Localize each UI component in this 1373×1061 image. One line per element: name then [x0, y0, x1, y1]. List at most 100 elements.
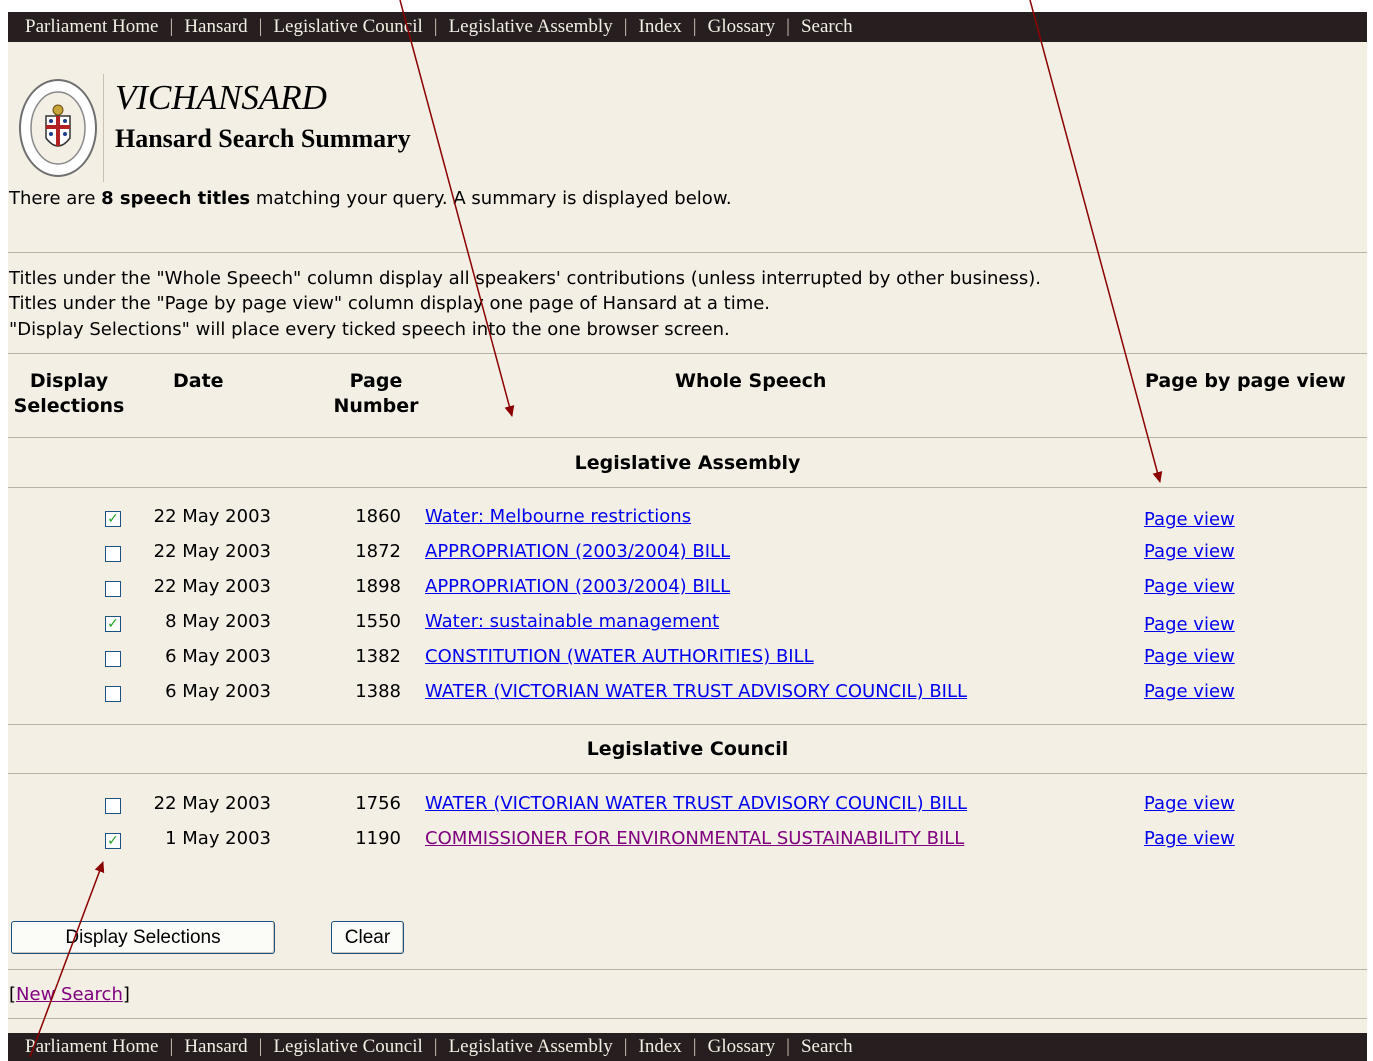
summary-count: 8 speech titles [101, 188, 251, 209]
display-selections-button[interactable]: Display Selections [11, 921, 275, 954]
row-page-number: 1872 [355, 541, 401, 562]
row-date: 6 May 2003 [165, 646, 271, 667]
nav-legislative-council[interactable]: Legislative Council [273, 16, 422, 37]
nav-separator: | [433, 16, 438, 37]
row-select-checkbox[interactable] [105, 686, 121, 702]
row-select-checkbox[interactable]: ✓ [105, 511, 121, 527]
nav-separator: | [169, 1036, 174, 1057]
row-page-number: 1756 [355, 793, 401, 814]
col-header-whole-speech: Whole Speech [675, 370, 827, 392]
col-header-page-by-page: Page by page view [1145, 370, 1346, 392]
nav-separator: | [258, 16, 263, 37]
row-select-checkbox[interactable] [105, 798, 121, 814]
row-date: 22 May 2003 [153, 576, 271, 597]
whole-speech-link[interactable]: Water: sustainable management [425, 611, 719, 632]
row-date: 22 May 2003 [153, 793, 271, 814]
nav-legislative-council[interactable]: Legislative Council [273, 1036, 422, 1057]
row-page-number: 1388 [355, 681, 401, 702]
col-header-page-number: Page Number [329, 369, 423, 419]
top-navbar: Parliament Home | Hansard | Legislative Coun… [8, 12, 1367, 42]
checkmark-icon: ✓ [107, 616, 119, 632]
whole-speech-link[interactable]: APPROPRIATION (2003/2004) BILL [425, 576, 730, 597]
new-search-wrapper: [New Search] [9, 984, 130, 1005]
row-select-checkbox[interactable] [105, 581, 121, 597]
whole-speech-link[interactable]: Water: Melbourne restrictions [425, 506, 691, 527]
logo-divider [103, 74, 104, 182]
page-view-link[interactable]: Page view [1144, 541, 1235, 562]
divider [8, 1018, 1367, 1019]
row-select-checkbox[interactable]: ✓ [105, 616, 121, 632]
page-subtitle: Hansard Search Summary [115, 124, 411, 153]
row-select-checkbox[interactable] [105, 546, 121, 562]
nav-hansard[interactable]: Hansard [184, 16, 247, 37]
nav-glossary[interactable]: Glossary [708, 1036, 776, 1057]
whole-speech-link[interactable]: WATER (VICTORIAN WATER TRUST ADVISORY CO… [425, 793, 967, 814]
nav-legislative-assembly[interactable]: Legislative Assembly [449, 1036, 613, 1057]
row-date: 22 May 2003 [153, 541, 271, 562]
bracket-open: [ [9, 984, 17, 1005]
info-line-whole-speech: Titles under the "Whole Speech" column d… [9, 268, 1041, 289]
col-header-page-line1: Page [349, 370, 403, 392]
section-heading-legislative-council: Legislative Council [586, 738, 789, 760]
page-title: VICHANSARD [115, 78, 327, 117]
nav-separator: | [692, 1036, 697, 1057]
whole-speech-link[interactable]: COMMISSIONER FOR ENVIRONMENTAL SUSTAINAB… [425, 828, 964, 849]
divider [8, 353, 1367, 354]
page-view-link[interactable]: Page view [1144, 614, 1235, 635]
page-background [8, 12, 1367, 1057]
nav-separator: | [786, 1036, 790, 1057]
new-search-link[interactable]: New Search [16, 984, 123, 1005]
divider [8, 724, 1367, 725]
row-date: 8 May 2003 [165, 611, 271, 632]
row-date: 22 May 2003 [153, 506, 271, 527]
divider [8, 773, 1367, 774]
row-page-number: 1382 [355, 646, 401, 667]
col-header-display-line2: Selections [13, 395, 125, 417]
nav-search[interactable]: Search [801, 1036, 853, 1057]
whole-speech-link[interactable]: APPROPRIATION (2003/2004) BILL [425, 541, 730, 562]
whole-speech-link[interactable]: CONSTITUTION (WATER AUTHORITIES) BILL [425, 646, 814, 667]
row-select-checkbox[interactable]: ✓ [105, 833, 121, 849]
page-view-link[interactable]: Page view [1144, 646, 1235, 667]
nav-separator: | [433, 1036, 438, 1057]
section-heading-legislative-assembly: Legislative Assembly [574, 452, 801, 474]
nav-index[interactable]: Index [639, 1036, 682, 1057]
nav-parliament-home[interactable]: Parliament Home [25, 1036, 159, 1057]
summary-prefix: There are [9, 188, 102, 209]
page-view-link[interactable]: Page view [1144, 828, 1235, 849]
nav-separator: | [692, 16, 697, 37]
col-header-display-line1: Display [29, 370, 109, 392]
row-select-checkbox[interactable] [105, 651, 121, 667]
info-line-page-view: Titles under the "Page by page view" col… [9, 293, 771, 314]
divider [8, 969, 1367, 970]
nav-legislative-assembly[interactable]: Legislative Assembly [449, 16, 613, 37]
divider [8, 252, 1367, 253]
page-view-link[interactable]: Page view [1144, 681, 1235, 702]
nav-glossary[interactable]: Glossary [708, 16, 776, 37]
row-page-number: 1550 [355, 611, 401, 632]
page-view-link[interactable]: Page view [1144, 793, 1235, 814]
page-view-link[interactable]: Page view [1144, 576, 1235, 597]
page-view-link[interactable]: Page view [1144, 509, 1235, 530]
divider [8, 437, 1367, 438]
summary-suffix: matching your query. A summary is displa… [250, 188, 732, 209]
col-header-page-line2: Number [333, 395, 419, 417]
row-page-number: 1190 [355, 828, 401, 849]
nav-search[interactable]: Search [801, 16, 853, 37]
nav-separator: | [786, 16, 790, 37]
results-summary: There are 8 speech titles matching your … [9, 188, 732, 209]
row-date: 1 May 2003 [165, 828, 271, 849]
nav-separator: | [623, 1036, 628, 1057]
nav-index[interactable]: Index [639, 16, 682, 37]
col-header-display-selections: Display Selections [9, 369, 129, 419]
whole-speech-link[interactable]: WATER (VICTORIAN WATER TRUST ADVISORY CO… [425, 681, 967, 702]
nav-separator: | [169, 16, 174, 37]
checkmark-icon: ✓ [107, 511, 119, 527]
checkmark-icon: ✓ [107, 833, 119, 849]
nav-parliament-home[interactable]: Parliament Home [25, 16, 159, 37]
info-line-display-selections: "Display Selections" will place every ti… [9, 319, 730, 340]
clear-button[interactable]: Clear [331, 921, 404, 954]
nav-hansard[interactable]: Hansard [184, 1036, 247, 1057]
parliament-crest-icon [19, 79, 97, 177]
row-page-number: 1860 [355, 506, 401, 527]
